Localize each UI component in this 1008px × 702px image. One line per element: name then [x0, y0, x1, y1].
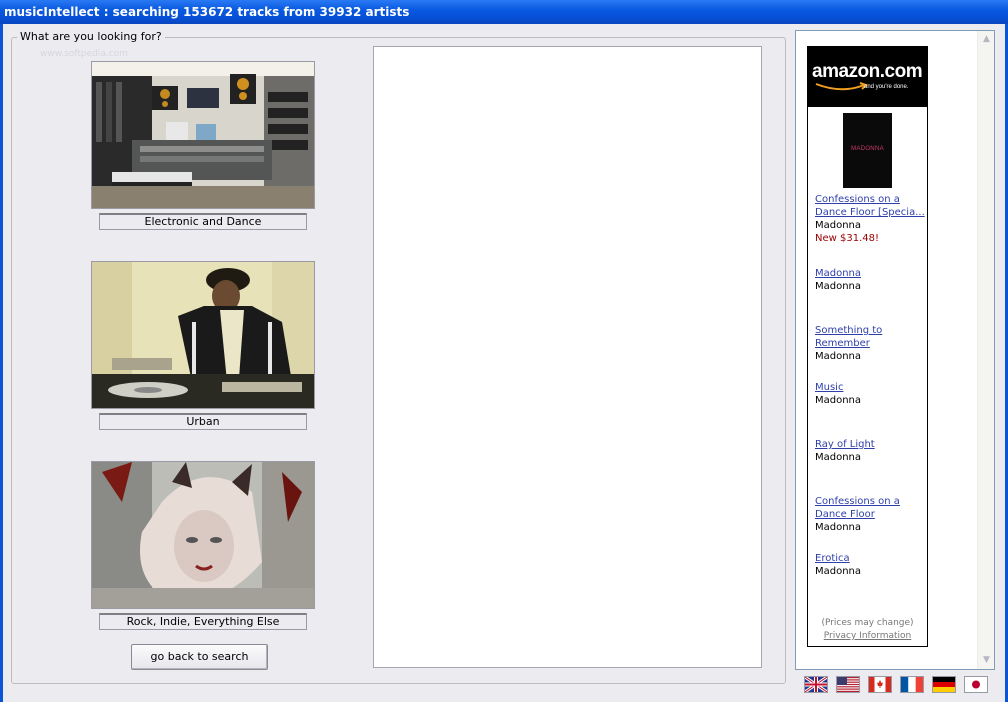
ad-item-title-link[interactable]: Madonna: [815, 267, 925, 280]
window-title: musicIntellect : searching 153672 tracks…: [4, 5, 410, 19]
japan-flag-icon[interactable]: [964, 676, 988, 693]
ad-item-title-link[interactable]: Erotica: [815, 552, 925, 565]
us-flag-icon[interactable]: [836, 676, 860, 693]
ad-item-6: Confessions on a Dance Floor Madonna: [815, 495, 925, 534]
watermark: www.softpedia.com: [40, 49, 128, 59]
ad-item-artist: Madonna: [815, 220, 862, 231]
ad-item-artist: Madonna: [815, 281, 862, 292]
genre-image-rock[interactable]: [91, 461, 315, 609]
privacy-link[interactable]: Privacy Information: [808, 631, 927, 641]
amazon-logo[interactable]: amazon.com and you're done.: [808, 47, 927, 107]
ad-item-artist: Madonna: [815, 522, 862, 533]
ad-item-7: Erotica Madonna: [815, 552, 925, 578]
scroll-up-icon[interactable]: ▲: [979, 32, 994, 47]
ad-item-price: New $31.48!: [815, 233, 879, 244]
genre-label-rock[interactable]: Rock, Indie, Everything Else: [99, 613, 307, 630]
ad-item-title-link[interactable]: Dance Floor [Specia...: [815, 206, 925, 219]
ad-item-5: Ray of Light Madonna: [815, 438, 925, 464]
uk-flag-icon[interactable]: [804, 676, 828, 693]
genre-label-urban[interactable]: Urban: [99, 413, 307, 430]
genre-label-electronic[interactable]: Electronic and Dance: [99, 213, 307, 230]
ad-item-title-link[interactable]: Remember: [815, 337, 925, 350]
ad-item-title-link[interactable]: Dance Floor: [815, 508, 925, 521]
amazon-ad-box: amazon.com and you're done. MADONNA Conf…: [807, 46, 928, 647]
ad-item-title-link[interactable]: Music: [815, 381, 925, 394]
ad-item-artist: Madonna: [815, 452, 862, 463]
go-back-button[interactable]: go back to search: [131, 644, 268, 670]
ad-item-title-link[interactable]: Something to: [815, 324, 925, 337]
prices-note: (Prices may change): [821, 618, 914, 628]
album-cover[interactable]: MADONNA: [843, 113, 892, 188]
ad-item-artist: Madonna: [815, 351, 862, 362]
ad-item-2: Madonna Madonna: [815, 267, 925, 293]
ad-item-title-link[interactable]: Confessions on a: [815, 495, 925, 508]
sidebar-scrollbar[interactable]: ▲ ▼: [977, 31, 994, 669]
ad-item-title-link[interactable]: Confessions on a: [815, 193, 925, 206]
germany-flag-icon[interactable]: [932, 676, 956, 693]
scroll-down-icon[interactable]: ▼: [979, 653, 994, 668]
canada-flag-icon[interactable]: [868, 676, 892, 693]
ad-sidebar[interactable]: amazon.com and you're done. MADONNA Conf…: [795, 30, 995, 670]
france-flag-icon[interactable]: [900, 676, 924, 693]
ad-item-1: Confessions on a Dance Floor [Specia... …: [815, 193, 925, 245]
genre-image-electronic[interactable]: [91, 61, 315, 209]
amazon-smile-icon: [815, 82, 868, 91]
ad-item-3: Something to Remember Madonna: [815, 324, 925, 363]
genre-image-urban[interactable]: [91, 261, 315, 409]
ad-item-title-link[interactable]: Ray of Light: [815, 438, 925, 451]
ad-item-4: Music Madonna: [815, 381, 925, 407]
ad-item-artist: Madonna: [815, 395, 862, 406]
group-legend: What are you looking for?: [17, 30, 165, 43]
title-bar[interactable]: musicIntellect : searching 153672 tracks…: [0, 0, 1008, 24]
ad-item-artist: Madonna: [815, 566, 862, 577]
results-pane[interactable]: [373, 46, 762, 668]
